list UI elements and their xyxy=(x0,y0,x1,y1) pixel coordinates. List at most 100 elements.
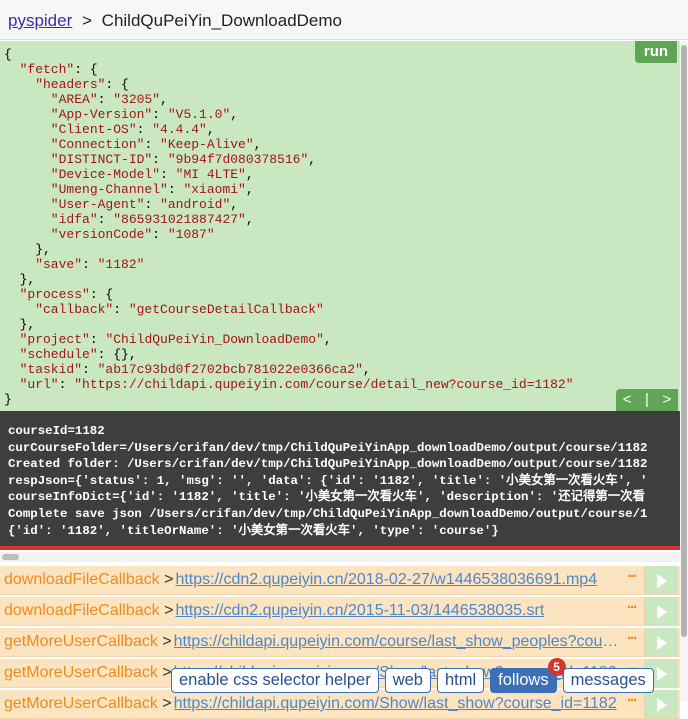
task-json-line: "versionCode": "1087" xyxy=(4,227,215,242)
json-key: "taskid" xyxy=(4,362,83,377)
tab-follows[interactable]: follows 5 xyxy=(490,658,566,693)
json-punctuation: , xyxy=(362,362,371,377)
task-json-line: "project": "ChildQuPeiYin_DownloadDemo", xyxy=(4,332,332,347)
json-value: "Keep-Alive" xyxy=(160,137,254,152)
task-json-line: "url": "https://childapi.qupeiyin.com/co… xyxy=(4,377,574,392)
task-json-editor[interactable]: { "fetch": { "headers": { "AREA": "3205"… xyxy=(0,41,680,407)
more-options-icon[interactable]: ··· xyxy=(627,599,638,616)
json-colon: : xyxy=(160,167,176,182)
follow-row[interactable]: downloadFileCallback > https://cdn2.qupe… xyxy=(0,597,680,626)
play-triangle-icon xyxy=(657,605,667,619)
json-key: "Device-Model" xyxy=(4,167,161,182)
task-json-line: "schedule": {}, xyxy=(4,347,137,362)
task-json-line: }, xyxy=(4,242,51,257)
json-key: "versionCode" xyxy=(4,227,153,242)
follow-callback-name[interactable]: getMoreUserCallback > xyxy=(4,664,172,682)
json-punctuation: } xyxy=(4,392,12,407)
more-options-icon[interactable]: ··· xyxy=(627,630,638,647)
follow-row[interactable]: downloadFileCallback > https://cdn2.qupe… xyxy=(0,566,680,595)
json-punctuation: }, xyxy=(4,317,36,332)
follow-url-link[interactable]: https://cdn2.qupeiyin.cn/2015-11-03/1446… xyxy=(175,602,620,620)
json-colon: : xyxy=(58,377,75,392)
json-punctuation: , xyxy=(245,182,254,197)
play-icon[interactable] xyxy=(644,566,678,594)
follow-arrow: > xyxy=(159,571,174,588)
bottom-tab-bar: enable css selector helper web html foll… xyxy=(171,658,654,693)
more-options-icon[interactable]: ··· xyxy=(627,568,638,585)
play-triangle-icon xyxy=(657,574,667,588)
log-line: Complete save json /Users/crifan/dev/tmp… xyxy=(8,506,648,521)
task-json-line: "headers": { xyxy=(4,77,129,92)
log-line: respJson={'status': 1, 'msg': '', 'data'… xyxy=(8,473,648,488)
json-key: "url" xyxy=(4,377,59,392)
next-task-button[interactable]: > xyxy=(662,389,671,411)
follow-arrow: > xyxy=(157,633,172,650)
json-key: "User-Agent" xyxy=(4,197,145,212)
json-punctuation: , xyxy=(230,197,239,212)
json-key: "Umeng-Channel" xyxy=(4,182,168,197)
play-icon[interactable] xyxy=(644,690,678,718)
task-editor-panel[interactable]: { "fetch": { "headers": { "AREA": "3205"… xyxy=(0,41,680,411)
tab-html[interactable]: html xyxy=(436,668,485,693)
task-json-line: "Client-OS": "4.4.4", xyxy=(4,122,215,137)
horizontal-scrollbar[interactable] xyxy=(0,552,680,562)
task-json-line: "Connection": "Keep-Alive", xyxy=(4,137,262,152)
json-colon: : xyxy=(167,182,184,197)
project-title: ChildQuPeiYin_DownloadDemo xyxy=(101,11,343,30)
follow-arrow: > xyxy=(157,695,172,712)
vertical-scrollbar[interactable] xyxy=(680,41,688,701)
tab-messages[interactable]: messages xyxy=(562,668,654,693)
play-icon[interactable] xyxy=(644,628,678,656)
json-punctuation: }, xyxy=(4,242,51,257)
json-value: "ab17c93bd0f2702bcb781022e0366ca2" xyxy=(97,362,363,377)
json-colon: : xyxy=(97,92,114,107)
json-punctuation: : {}, xyxy=(97,347,137,362)
json-colon: : xyxy=(113,302,129,317)
json-punctuation: , xyxy=(206,122,215,137)
json-value: "xiaomi" xyxy=(183,182,246,197)
play-icon[interactable] xyxy=(644,597,678,625)
run-button[interactable]: run xyxy=(635,41,677,63)
follow-callback-name[interactable]: getMoreUserCallback > xyxy=(4,633,172,651)
json-key: "Connection" xyxy=(4,137,145,152)
follow-url-link[interactable]: https://cdn2.qupeiyin.cn/2018-02-27/w144… xyxy=(175,571,620,589)
play-triangle-icon xyxy=(657,667,667,681)
play-triangle-icon xyxy=(657,698,667,712)
json-value: "android" xyxy=(160,197,231,212)
json-punctuation: , xyxy=(160,92,168,107)
breadcrumb-separator: > xyxy=(82,11,92,30)
log-divider xyxy=(0,546,680,550)
follow-callback-name[interactable]: getMoreUserCallback > xyxy=(4,695,172,713)
json-key: "Client-OS" xyxy=(4,122,137,137)
json-colon: : xyxy=(152,152,168,167)
task-json-line: } xyxy=(4,392,12,407)
follow-row[interactable]: getMoreUserCallback > https://childapi.q… xyxy=(0,690,680,719)
json-value: "3205" xyxy=(113,92,161,107)
json-colon: : xyxy=(82,257,98,272)
json-key: "AREA" xyxy=(4,92,98,107)
log-line: Created folder: /Users/crifan/dev/tmp/Ch… xyxy=(8,457,648,472)
json-key: "idfa" xyxy=(4,212,98,227)
horizontal-scrollbar-thumb[interactable] xyxy=(2,554,19,560)
json-key: "save" xyxy=(4,257,83,272)
follow-row[interactable]: getMoreUserCallback > https://childapi.q… xyxy=(0,628,680,657)
follow-arrow: > xyxy=(157,664,172,681)
tab-web[interactable]: web xyxy=(384,668,431,693)
vertical-scrollbar-thumb[interactable] xyxy=(681,45,687,637)
task-json-line: "User-Agent": "android", xyxy=(4,197,238,212)
follow-callback-name[interactable]: downloadFileCallback > xyxy=(4,571,173,589)
pyspider-home-link[interactable]: pyspider xyxy=(8,11,72,30)
json-punctuation: : { xyxy=(89,287,114,302)
follow-url-link[interactable]: https://childapi.qupeiyin.com/course/las… xyxy=(174,633,620,651)
css-selector-helper-button[interactable]: enable css selector helper xyxy=(171,668,379,693)
json-punctuation: , xyxy=(245,212,254,227)
json-key: "process" xyxy=(4,287,90,302)
log-output-panel: courseId=1182 curCourseFolder=/Users/cri… xyxy=(0,411,680,546)
follow-callback-name[interactable]: downloadFileCallback > xyxy=(4,602,173,620)
follow-url-link[interactable]: https://childapi.qupeiyin.com/Show/last_… xyxy=(174,695,620,713)
task-json-line: "callback": "getCourseDetailCallback" xyxy=(4,302,324,317)
json-key: "fetch" xyxy=(4,62,75,77)
prev-task-button[interactable]: < xyxy=(623,389,632,411)
task-json-line: "App-Version": "V5.1.0", xyxy=(4,107,238,122)
task-json-line: "idfa": "865931021887427", xyxy=(4,212,254,227)
